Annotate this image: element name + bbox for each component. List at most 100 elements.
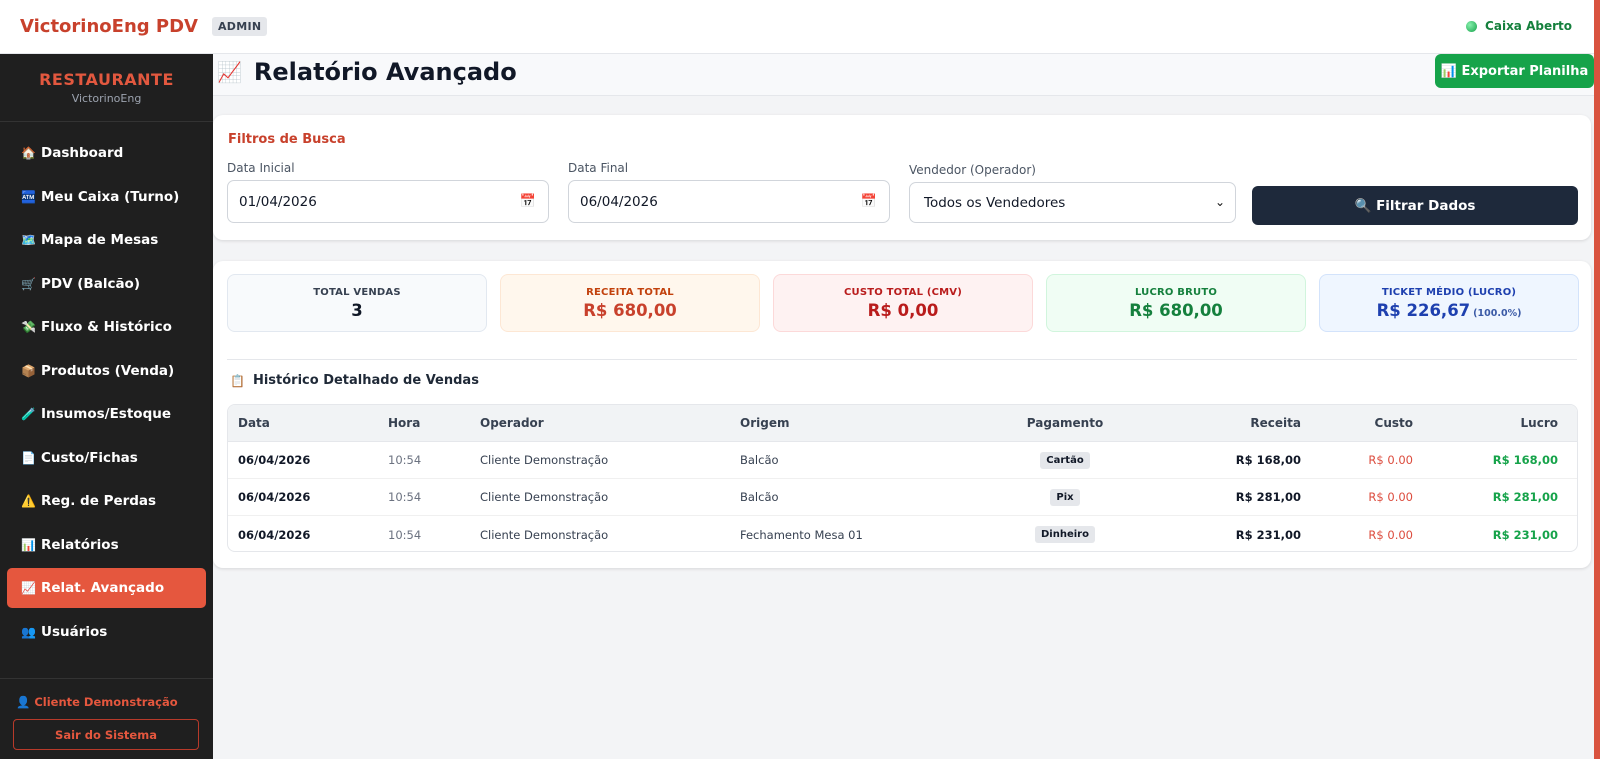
sidebar-nav: 🏠 Dashboard 🏧 Meu Caixa (Turno) 🗺️ Mapa de … <box>0 122 213 652</box>
cell-operador: Cliente Demonstração <box>480 453 609 467</box>
table-row[interactable]: 06/04/2026 10:54 Cliente Demonstração Ba… <box>228 479 1577 516</box>
kpi-label: TICKET MÉDIO (LUCRO) <box>1381 287 1517 298</box>
app-brand[interactable]: VictorinoEng PDV <box>20 16 198 37</box>
cell-lucro: R$ 168,00 <box>1492 453 1558 467</box>
sidebar-item-dashboard[interactable]: 🏠 Dashboard <box>7 133 206 173</box>
atm-icon: 🏧 <box>21 189 36 204</box>
table-header: Data Hora Operador Origem Pagamento Rece… <box>228 405 1577 442</box>
sidebar: RESTAURANTE VictorinoEng 🏠 Dashboard 🏧 Meu… <box>0 54 213 759</box>
kpi-value: R$ 226,67 (100.0%) <box>1320 301 1578 320</box>
sidebar-footer: 👤 Cliente Demonstração Sair do Sistema <box>0 678 213 750</box>
cell-hora: 10:54 <box>388 527 422 542</box>
kpi-label: TOTAL VENDAS <box>313 287 401 298</box>
col-header-operador: Operador <box>480 416 544 430</box>
sidebar-item-label: Relat. Avançado <box>41 580 165 596</box>
sidebar-item-meu-caixa[interactable]: 🏧 Meu Caixa (Turno) <box>7 177 206 217</box>
sidebar-item-insumos[interactable]: 🧪 Insumos/Estoque <box>7 394 206 434</box>
col-header-hora: Hora <box>388 416 421 430</box>
kpi-percentage: (100.0%) <box>1473 308 1522 319</box>
status-dot-icon <box>1466 20 1478 32</box>
cell-operador: Cliente Demonstração <box>480 527 609 542</box>
cell-pagamento: Cartão <box>990 451 1140 469</box>
bar-chart-icon: 📊 <box>21 537 36 552</box>
start-date-label: Data Inicial <box>227 161 295 175</box>
seller-select[interactable]: Todos os Vendedores ⌄ <box>909 182 1236 223</box>
calendar-icon[interactable]: 📅 <box>861 194 877 209</box>
sidebar-item-label: PDV (Balcão) <box>41 275 141 292</box>
payment-badge: Cartão <box>1040 451 1090 469</box>
sidebar-header: RESTAURANTE VictorinoEng <box>0 54 213 122</box>
sidebar-item-mapa-de-mesas[interactable]: 🗺️ Mapa de Mesas <box>7 220 206 260</box>
col-header-origem: Origem <box>740 416 790 430</box>
start-date-input[interactable]: 01/04/2026 📅 <box>227 180 549 223</box>
sidebar-item-produtos[interactable]: 📦 Produtos (Venda) <box>7 351 206 391</box>
logout-button[interactable]: Sair do Sistema <box>13 719 199 750</box>
end-date-input[interactable]: 06/04/2026 📅 <box>568 180 890 223</box>
clipboard-icon: 📋 <box>230 373 245 388</box>
kpi-value: R$ 680,00 <box>1129 301 1223 320</box>
sidebar-item-label: Mapa de Mesas <box>41 232 159 248</box>
cell-pagamento: Pix <box>990 488 1140 506</box>
cell-data: 06/04/2026 <box>238 527 311 542</box>
sidebar-item-relat-avancado[interactable]: 📈 Relat. Avançado <box>7 568 206 608</box>
kpi-receita-total: RECEITA TOTAL R$ 680,00 <box>500 274 760 332</box>
seller-select-value: Todos os Vendedores <box>924 194 1066 211</box>
sidebar-item-custo-fichas[interactable]: 📄 Custo/Fichas <box>7 438 206 478</box>
sidebar-item-relatorios[interactable]: 📊 Relatórios <box>7 525 206 565</box>
page-title: 📈 Relatório Avançado <box>217 58 517 86</box>
col-header-data: Data <box>238 416 270 430</box>
kpi-value: 3 <box>351 301 363 320</box>
sidebar-item-perdas[interactable]: ⚠️ Reg. de Perdas <box>7 481 206 521</box>
cell-data: 06/04/2026 <box>238 453 311 467</box>
filter-data-button[interactable]: 🔍 Filtrar Dados <box>1252 186 1578 225</box>
sidebar-item-label: Meu Caixa (Turno) <box>41 188 180 205</box>
sidebar-item-fluxo[interactable]: 💸 Fluxo & Histórico <box>7 307 206 347</box>
document-icon: 📄 <box>21 450 36 465</box>
export-spreadsheet-button[interactable]: 📊 Exportar Planilha <box>1435 54 1594 88</box>
right-accent-bar <box>1594 0 1600 759</box>
end-date-value: 06/04/2026 <box>580 193 658 210</box>
table-row[interactable]: 06/04/2026 10:54 Cliente Demonstração Ba… <box>228 442 1577 479</box>
kpi-ticket-medio: TICKET MÉDIO (LUCRO) R$ 226,67 (100.0%) <box>1319 274 1579 332</box>
payment-badge: Pix <box>1050 488 1080 506</box>
page-header: 📈 Relatório Avançado 📊 Exportar Planilha <box>213 54 1594 96</box>
chevron-down-icon: ⌄ <box>1214 195 1225 209</box>
kpi-value: R$ 0,00 <box>867 301 939 320</box>
filters-card: Filtros de Busca Data Inicial 01/04/2026… <box>213 115 1591 240</box>
map-icon: 🗺️ <box>21 233 36 247</box>
sidebar-item-label: Custo/Fichas <box>41 449 138 466</box>
sidebar-item-pdv[interactable]: 🛒 PDV (Balcão) <box>7 264 206 304</box>
payment-badge: Dinheiro <box>1035 526 1095 543</box>
kpi-custo-total: CUSTO TOTAL (CMV) R$ 0,00 <box>773 274 1033 332</box>
sidebar-item-label: Fluxo & Histórico <box>41 319 172 335</box>
kpi-total-vendas: TOTAL VENDAS 3 <box>227 274 487 332</box>
divider <box>227 359 1577 360</box>
sidebar-item-label: Relatórios <box>41 536 119 553</box>
cell-origem: Fechamento Mesa 01 <box>740 527 863 542</box>
filters-title: Filtros de Busca <box>228 132 346 147</box>
cell-receita: R$ 231,00 <box>1235 527 1301 542</box>
table-row[interactable]: 06/04/2026 10:54 Cliente Demonstração Fe… <box>228 516 1577 551</box>
cell-lucro: R$ 281,00 <box>1492 490 1558 504</box>
kpi-lucro-bruto: LUCRO BRUTO R$ 680,00 <box>1046 274 1306 332</box>
sidebar-item-label: Reg. de Perdas <box>41 493 157 509</box>
end-date-label: Data Final <box>568 161 629 175</box>
kpi-label: RECEITA TOTAL <box>586 287 674 298</box>
caixa-status: Caixa Aberto <box>1466 19 1572 33</box>
cell-pagamento: Dinheiro <box>990 526 1140 543</box>
sidebar-item-label: Usuários <box>41 623 108 640</box>
history-title-text: Histórico Detalhado de Vendas <box>252 373 479 388</box>
kpi-value-amount: R$ 226,67 <box>1376 301 1471 320</box>
cell-origem: Balcão <box>740 490 779 504</box>
house-icon: 🏠 <box>21 146 36 160</box>
users-icon: 👥 <box>21 624 36 639</box>
start-date-value: 01/04/2026 <box>239 193 317 210</box>
cell-custo: R$ 0.00 <box>1368 490 1413 504</box>
page-title-text: Relatório Avançado <box>253 58 517 86</box>
col-header-receita: Receita <box>1250 416 1301 430</box>
sidebar-subtitle: VictorinoEng <box>71 92 142 105</box>
calendar-icon[interactable]: 📅 <box>520 194 536 209</box>
sales-history-table: Data Hora Operador Origem Pagamento Rece… <box>227 404 1578 552</box>
role-badge: ADMIN <box>211 17 268 36</box>
sidebar-item-usuarios[interactable]: 👥 Usuários <box>7 612 206 652</box>
